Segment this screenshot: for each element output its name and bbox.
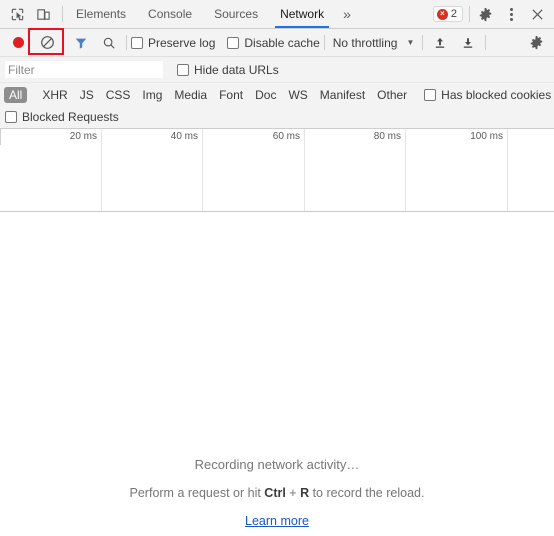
shortcut-key-r: R [300, 486, 310, 500]
timeline-tick-40ms: 40 ms [102, 129, 203, 211]
has-blocked-cookies-checkbox[interactable]: Has blocked cookies [424, 88, 551, 102]
filter-funnel-icon[interactable] [68, 30, 94, 56]
device-toolbar-icon[interactable] [30, 1, 56, 27]
error-count-label: 2 [450, 8, 457, 20]
blocked-requests-row: Blocked Requests [0, 106, 554, 129]
filter-chip-ws[interactable]: WS [283, 87, 312, 103]
toolbar-divider-2 [126, 35, 127, 50]
preserve-log-box [131, 36, 143, 49]
resource-type-filters: All XHR JS CSS Img Media Font Doc WS Man… [0, 83, 554, 106]
clear-button[interactable] [28, 27, 64, 55]
timeline-tick-20ms: 20 ms [0, 129, 102, 211]
toolbar-divider-3 [323, 35, 325, 50]
tab-sources-label: Sources [214, 7, 259, 21]
empty-state-subtitle: Perform a request or hit Ctrl + R to rec… [130, 486, 425, 500]
empty-state-title: Recording network activity… [194, 457, 360, 472]
timeline-tick-100ms: 100 ms [406, 129, 508, 211]
export-har-arrow-down-icon[interactable] [455, 30, 481, 56]
tab-elements-label: Elements [76, 7, 127, 21]
kebab-dots [509, 7, 513, 21]
error-count-badge[interactable]: × 2 [432, 6, 463, 22]
devtools-window: Elements Console Sources Network » × 2 P… [0, 0, 554, 536]
has-blocked-cookies-label: Has blocked cookies [441, 87, 552, 102]
clear-no-entry-icon [40, 36, 54, 49]
filter-chip-css[interactable]: CSS [101, 87, 136, 103]
search-magnifier-icon[interactable] [96, 30, 122, 56]
blocked-requests-box [5, 111, 17, 123]
filter-chip-all[interactable]: All [4, 86, 28, 103]
filter-chip-other[interactable]: Other [372, 87, 412, 103]
empty-state: Recording network activity… Perform a re… [0, 212, 554, 536]
inspect-cursor-icon[interactable] [4, 1, 30, 27]
network-settings-gear-icon[interactable] [523, 30, 549, 56]
kebab-menu-icon[interactable] [498, 1, 524, 27]
hide-data-urls-label: Hide data URLs [194, 62, 279, 77]
blocked-requests-label: Blocked Requests [22, 110, 119, 124]
tab-elements[interactable]: Elements [65, 0, 137, 28]
hide-data-urls-checkbox[interactable]: Hide data URLs [177, 63, 279, 77]
timeline-tick-label: 60 ms [272, 131, 300, 142]
throttling-value: No throttling [332, 35, 398, 50]
record-button-icon [12, 37, 24, 48]
disable-cache-checkbox[interactable]: Disable cache [227, 35, 320, 50]
has-blocked-cookies-box [424, 88, 437, 101]
timeline-tick-label: 100 ms [470, 131, 503, 142]
preserve-log-checkbox[interactable]: Preserve log [131, 36, 215, 50]
more-tabs-chevron-icon[interactable]: » [335, 0, 359, 28]
timeline-tick-60ms: 60 ms [203, 129, 305, 211]
shortcut-plus: + [285, 486, 301, 500]
chevron-down-icon: ▼ [406, 38, 415, 47]
filter-chip-doc[interactable]: Doc [250, 87, 281, 103]
preserve-log-label: Preserve log [148, 35, 216, 50]
shortcut-key-ctrl: Ctrl [264, 486, 286, 500]
blocked-requests-checkbox[interactable]: Blocked Requests [5, 110, 119, 124]
tabstrip-right-divider [469, 6, 470, 22]
tabstrip-right-actions: × 2 [432, 0, 554, 28]
tab-console-label: Console [148, 7, 193, 21]
disable-cache-label: Disable cache [244, 35, 320, 50]
record-button[interactable] [5, 30, 31, 56]
filter-chip-xhr[interactable]: XHR [37, 87, 72, 103]
tab-network[interactable]: Network [269, 0, 335, 28]
hide-data-urls-box [177, 63, 189, 76]
tab-console[interactable]: Console [137, 0, 203, 28]
empty-state-sub-suffix: to record the reload. [309, 486, 425, 500]
tab-sources[interactable]: Sources [203, 0, 269, 28]
close-icon[interactable] [524, 1, 550, 27]
gear-icon[interactable] [472, 1, 498, 27]
timeline-tick-label: 20 ms [69, 131, 97, 142]
filter-chip-js[interactable]: JS [75, 87, 99, 103]
timeline-tick-80ms: 80 ms [305, 129, 406, 211]
filter-chip-manifest[interactable]: Manifest [315, 87, 370, 103]
panel-tabs: Elements Console Sources Network » [65, 0, 433, 28]
toolbar-divider-1 [63, 35, 64, 50]
network-request-area: Recording network activity… Perform a re… [0, 212, 554, 536]
import-har-arrow-up-icon[interactable] [427, 30, 453, 56]
error-circle-icon: × [436, 8, 448, 20]
filter-chip-font[interactable]: Font [214, 87, 248, 103]
network-toolbar: Preserve log Disable cache No throttling… [0, 27, 554, 57]
toolbar-divider-4 [422, 35, 424, 50]
tab-network-label: Network [280, 7, 325, 21]
network-overview-timeline[interactable]: 20 ms 40 ms 60 ms 80 ms 100 ms [0, 129, 554, 212]
filter-chip-media[interactable]: Media [169, 87, 212, 103]
tabstrip-tool-icons [0, 0, 60, 28]
devtools-tabstrip: Elements Console Sources Network » × 2 [0, 0, 554, 29]
timeline-tick-label: 80 ms [373, 131, 401, 142]
throttling-select[interactable]: No throttling ▼ [329, 36, 419, 50]
toolbar-divider-5 [485, 35, 487, 50]
empty-state-sub-prefix: Perform a request or hit [129, 486, 265, 500]
filter-chip-img[interactable]: Img [137, 87, 167, 103]
timeline-tick-label: 40 ms [170, 131, 198, 142]
filter-row: Hide data URLs [0, 57, 554, 83]
learn-more-link[interactable]: Learn more [245, 514, 309, 528]
filter-input[interactable] [5, 61, 163, 78]
disable-cache-box [227, 36, 240, 49]
tabstrip-divider [62, 6, 63, 22]
